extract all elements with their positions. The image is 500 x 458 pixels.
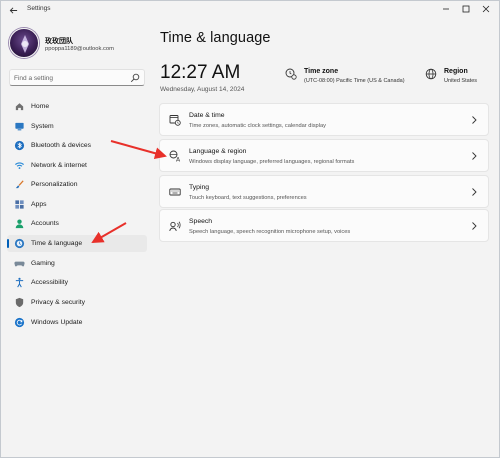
settings-window: Settings 玫玫団队 ppoppa1189@outlook.com Hom… [0,0,500,458]
back-button[interactable] [7,4,19,16]
globe-icon [425,68,437,80]
globe-clock-icon [14,238,25,249]
sidebar-item-gaming[interactable]: Gaming [7,255,147,272]
card-title: Language & region [189,148,247,155]
close-button[interactable] [479,3,493,15]
sidebar-item-label: Gaming [31,259,55,267]
sidebar-item-label: Privacy & security [31,298,86,306]
back-arrow-icon [9,6,17,14]
card-description: Time zones, automatic clock settings, ca… [189,123,326,129]
sidebar-item-label: Windows Update [31,318,83,326]
search-input[interactable] [14,72,124,84]
sidebar-item-network[interactable]: Network & internet [7,157,147,174]
speech-icon [169,221,181,232]
sidebar-item-label: Network & internet [31,161,87,169]
sidebar-item-label: Accounts [31,219,59,227]
avatar-logo-icon [21,35,29,53]
update-icon [14,317,25,328]
maximize-icon [462,5,470,13]
sidebar-item-privacy[interactable]: Privacy & security [7,294,147,311]
brush-icon [15,180,24,189]
region-label: Region [444,68,468,75]
active-indicator [7,239,9,248]
shield-icon [15,297,24,308]
card-typing[interactable]: Typing Touch keyboard, text suggestions,… [159,175,489,208]
sidebar-item-bluetooth[interactable]: Bluetooth & devices [7,137,147,154]
minimize-icon [443,8,449,10]
card-date-time[interactable]: Date & time Time zones, automatic clock … [159,103,489,136]
gamepad-icon [14,261,25,267]
person-icon [15,219,24,229]
clock-time: 12:27 AM [160,62,241,83]
maximize-button[interactable] [459,3,473,15]
title-bar: Settings [1,1,499,19]
sidebar-item-personalization[interactable]: Personalization [7,176,147,193]
sidebar-item-time-language[interactable]: Time & language [7,235,147,252]
search-icon[interactable] [130,73,140,83]
sidebar-item-windows-update[interactable]: Windows Update [7,314,147,331]
current-date: Wednesday, August 14, 2024 [160,86,245,93]
keyboard-icon [169,188,181,196]
calendar-clock-icon [169,115,181,126]
sidebar-item-system[interactable]: System [7,118,147,135]
timezone-value: (UTC-08:00) Pacific Time (US & Canada) [304,78,405,84]
user-email: ppoppa1189@outlook.com [45,46,114,52]
apps-icon [15,200,24,209]
chevron-right-icon [472,222,477,230]
sidebar-item-label: Apps [31,200,47,208]
page-title: Time & language [160,30,271,46]
chevron-right-icon [472,152,477,160]
monitor-icon [15,122,24,131]
card-speech[interactable]: Speech Speech language, speech recogniti… [159,209,489,242]
search-box[interactable] [9,69,145,86]
card-title: Speech [189,218,213,225]
card-description: Windows display language, preferred lang… [189,159,355,165]
chevron-right-icon [472,116,477,124]
card-language-region[interactable]: A Language & region Windows display lang… [159,139,489,172]
user-name: 玫玫団队 [45,38,73,45]
region-value: United States [444,78,478,84]
card-description: Touch keyboard, text suggestions, prefer… [189,195,307,201]
timezone-icon [285,68,297,80]
minimize-button[interactable] [439,3,453,15]
sidebar-item-accessibility[interactable]: Accessibility [7,274,147,291]
sidebar-item-label: Home [31,102,50,110]
bluetooth-icon [14,140,25,151]
close-icon [482,5,490,13]
chevron-right-icon [472,188,477,196]
sidebar-item-label: Time & language [31,239,83,247]
home-icon [15,103,24,111]
window-title: Settings [27,5,51,12]
timezone-label: Time zone [304,68,339,75]
sidebar-item-label: Accessibility [31,278,69,286]
svg-text:A: A [176,157,181,163]
card-title: Typing [189,184,210,191]
sidebar-item-home[interactable]: Home [7,98,147,115]
sidebar-item-apps[interactable]: Apps [7,196,147,213]
sidebar-item-label: Personalization [31,180,78,188]
accessibility-icon [15,277,24,288]
sidebar-item-label: Bluetooth & devices [31,141,92,149]
sidebar-item-label: System [31,122,54,130]
wifi-icon [14,162,25,169]
language-icon: A [169,150,181,162]
avatar[interactable] [9,28,39,58]
card-title: Date & time [189,112,225,119]
card-description: Speech language, speech recognition micr… [189,229,351,235]
sidebar-item-accounts[interactable]: Accounts [7,215,147,232]
